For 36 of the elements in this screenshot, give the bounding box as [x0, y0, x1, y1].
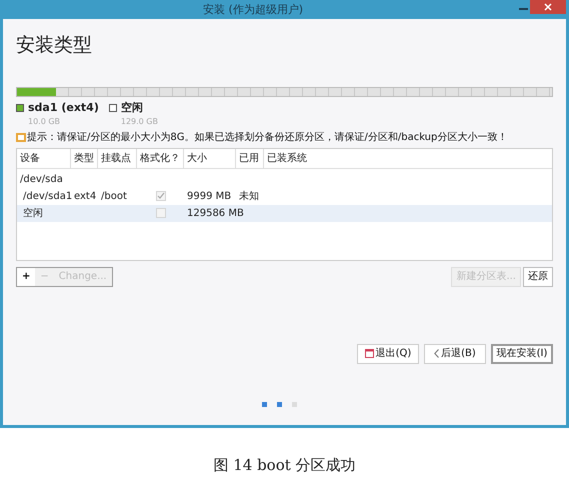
column-header[interactable]: 已装系统 — [264, 148, 514, 168]
legend-label: 空闲 — [120, 100, 143, 116]
quit-button[interactable]: 退出(Q) — [357, 344, 419, 364]
legend-size: 129.0 GB — [120, 116, 158, 126]
column-header[interactable]: 类型 — [71, 148, 98, 168]
table-cell-text: 空闲 — [23, 206, 43, 220]
hint-text: 提示：请保证/分区的最小大小为8G。如果已选择划分备份还原分区，请保证/分区和/backup分区大小一致！ — [27, 130, 508, 144]
table-cell-text: /dev/sda1 — [23, 190, 72, 204]
table-cell-text: 9999 MB — [187, 190, 232, 204]
format-checkbox[interactable] — [156, 191, 166, 201]
table-cell-text: 未知 — [239, 190, 259, 204]
table-row[interactable]: /dev/sda — [17, 170, 552, 188]
install-button[interactable]: 现在安装(I) — [491, 344, 553, 364]
column-header[interactable]: 大小 — [184, 148, 236, 168]
column-header[interactable]: 格式化？ — [137, 148, 184, 168]
column-header[interactable]: 设备 — [17, 148, 71, 168]
figure-caption: 图 14 boot 分区成功 — [213, 455, 356, 476]
format-checkbox[interactable] — [156, 208, 166, 218]
table-cell-text: 129586 MB — [187, 206, 244, 220]
column-header[interactable]: 已用 — [236, 148, 264, 168]
back-button[interactable]: 后退(B) — [424, 344, 486, 364]
close-button[interactable] — [530, 0, 566, 14]
partition-button[interactable]: 还原 — [523, 266, 553, 286]
selected-row[interactable]: 空闲 129586 MB — [17, 204, 552, 222]
table-row[interactable]: /dev/sda1 ext4 /boot 9999 MB 未知 — [17, 188, 552, 204]
window-icon — [364, 349, 374, 358]
legend-label: sda1 (ext4) — [28, 100, 99, 116]
legend-size: 10.0 GB — [27, 116, 62, 126]
page-heading: 安装类型 — [16, 33, 93, 58]
table-cell-text: /dev/sda — [19, 172, 64, 186]
table-cell-text: ext4 — [74, 190, 96, 204]
table-cell-text: /boot — [101, 190, 127, 204]
window-title: 安装 (作为超级用户) — [203, 2, 304, 18]
close-icon — [544, 3, 552, 11]
chevron-left-icon — [434, 349, 440, 358]
column-header[interactable]: 挂载点 — [98, 148, 137, 168]
